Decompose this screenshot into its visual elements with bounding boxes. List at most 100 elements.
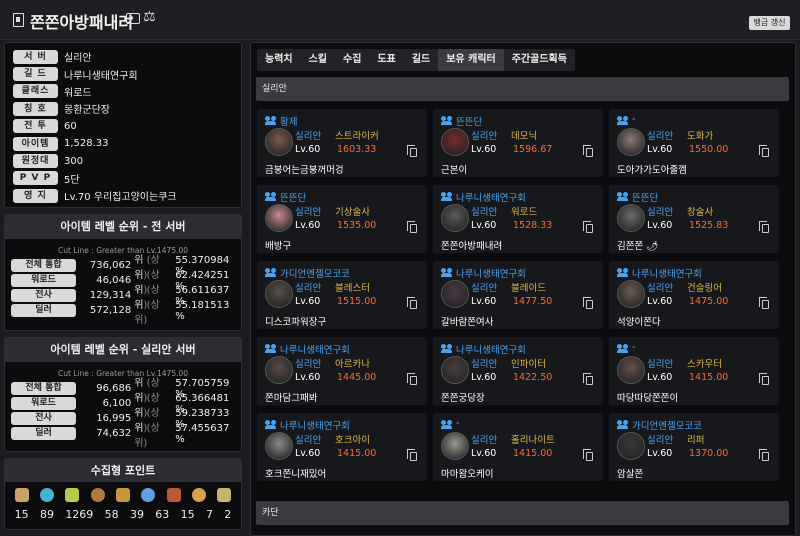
profile-value: 60 <box>64 120 77 132</box>
giant-heart-icon[interactable] <box>166 488 181 502</box>
character-card[interactable]: 나루니생태연구회 실리안 호크아이 Lv.60 1415.00 호크쫀니재밌어 <box>257 413 427 481</box>
rank-label: 딜러 <box>11 304 77 317</box>
profile-row: 클래스 워로드 <box>9 83 237 100</box>
copy-icon[interactable] <box>583 297 593 309</box>
server-section-header[interactable]: 실리안 <box>256 77 789 101</box>
tab-item[interactable]: 길드 <box>404 49 438 71</box>
copy-icon[interactable] <box>583 145 593 157</box>
character-level: Lv.60 <box>295 372 321 383</box>
guild-name: 가디언엔젤모코코 <box>632 421 702 432</box>
profile-value: 몽환군단장 <box>64 105 110 117</box>
ignea-token-icon[interactable] <box>65 488 80 502</box>
bookmark-icon[interactable] <box>13 13 24 27</box>
profile-label: 길 드 <box>13 67 58 82</box>
character-card[interactable]: 뜬뜬단 실리안 데모닉 Lv.60 1596.67 근본이 <box>433 109 603 177</box>
item-level: 1525.83 <box>689 220 729 231</box>
guild-name: 뜬뜬단 <box>280 193 307 204</box>
item-level: 1515.00 <box>337 296 377 307</box>
copy-icon[interactable] <box>759 145 769 157</box>
character-card[interactable]: 나루니생태연구회 실리안 건슬링어 Lv.60 1475.00 석양이쫀다 <box>609 261 779 329</box>
renew-button[interactable]: 뱅금 갱신 <box>749 16 790 30</box>
character-card[interactable]: 황제 실리안 스트라이커 Lv.60 1603.33 금붕어는금붕꺼머겅 <box>257 109 427 177</box>
rank-row: 딜러 572,128 위 (상위) 55.181513 % <box>5 300 241 326</box>
item-level: 1445.00 <box>337 372 377 383</box>
tab-item[interactable]: 보유 캐릭터 <box>438 49 504 71</box>
character-name: 쫀마담그패봐 <box>265 393 318 404</box>
character-level: Lv.60 <box>295 144 321 155</box>
character-level: Lv.60 <box>295 220 321 231</box>
collection-count: 1269 <box>65 508 94 521</box>
copy-icon[interactable] <box>583 449 593 461</box>
character-name: 디스코파워장구 <box>265 317 327 328</box>
guild-icon <box>617 192 629 201</box>
copy-icon[interactable] <box>407 449 417 461</box>
character-card[interactable]: 뜬뜬단 실리안 창술사 Lv.60 1525.83 김쫀쫀 🌶 <box>609 185 779 253</box>
character-card[interactable]: 나루니생태연구회 실리안 인파이터 Lv.60 1422.50 쫀쫀궁당장 <box>433 337 603 405</box>
character-card[interactable]: 나루니생태연구회 실리안 아르카나 Lv.60 1445.00 쫀마담그패봐 <box>257 337 427 405</box>
scale-icon[interactable]: ⚖ <box>143 9 156 25</box>
island-heart-icon[interactable] <box>39 488 54 502</box>
tab-item[interactable]: 주간골드획득 <box>504 49 575 71</box>
right-panel: 능력치 스킬 수집 도표 길드 보유 캐릭터 주간골드획득 실리안 황제 실리안 스트라이커 Lv… <box>250 42 796 536</box>
character-name: 암살쫀 <box>617 469 644 480</box>
copy-icon[interactable] <box>407 221 417 233</box>
server-name: 실리안 <box>471 283 498 294</box>
copy-icon[interactable] <box>407 373 417 385</box>
character-name: 김쫀쫀 🌶 <box>617 241 659 252</box>
character-card[interactable]: - 실리안 스카우터 Lv.60 1415.00 따당따당쫀쫀이 <box>609 337 779 405</box>
character-card[interactable]: - 실리안 도화가 Lv.60 1550.00 도아가가도아줄껨 <box>609 109 779 177</box>
character-name: 금붕어는금붕꺼머겅 <box>265 165 344 176</box>
copy-icon[interactable] <box>759 297 769 309</box>
character-name: 근본이 <box>441 165 468 176</box>
character-card[interactable]: 가디언엔젤모코코 실리안 리퍼 Lv.60 1370.00 암살쫀 <box>609 413 779 481</box>
character-card[interactable]: 가디언엔젤모코코 실리안 블레스터 Lv.60 1515.00 디스코파워장구 <box>257 261 427 329</box>
avatar <box>265 280 293 308</box>
collection-counts: 15 89 1269 58 39 63 15 7 2 <box>5 502 241 527</box>
tab-item[interactable]: 스킬 <box>301 49 335 71</box>
guild-name: 뜬뜬단 <box>456 117 483 128</box>
copy-icon[interactable] <box>407 297 417 309</box>
character-name: 갈바람쫀여사 <box>441 317 494 328</box>
copy-icon[interactable] <box>759 449 769 461</box>
profile-row: 영 지 Lv.70 우리집고양이는쿠크 <box>9 187 237 204</box>
character-card[interactable]: 나루니생태연구회 실리안 블레이드 Lv.60 1477.50 갈바람쫀여사 <box>433 261 603 329</box>
character-level: Lv.60 <box>471 220 497 231</box>
character-card[interactable]: 나루니생태연구회 실리안 워로드 Lv.60 1528.33 쫀쫀아방패내려 <box>433 185 603 253</box>
mokoko-seed-icon[interactable] <box>14 488 29 502</box>
server-section-header[interactable]: 카단 <box>256 501 789 525</box>
rank-row: 딜러 74,632 위 (상위) 57.455637 % <box>5 423 241 449</box>
guild-icon <box>265 116 277 125</box>
tab-item[interactable]: 도표 <box>369 49 403 71</box>
guild-icon <box>265 268 277 277</box>
guild-name: 나루니생태연구회 <box>280 345 350 356</box>
item-level: 1550.00 <box>689 144 729 155</box>
rank-value: 46,046 <box>96 275 132 286</box>
profile-label: P V P <box>13 171 58 186</box>
guild-icon <box>441 116 453 125</box>
rank-percent: 55.181513 % <box>175 299 230 322</box>
rank-value: 129,314 <box>89 290 132 301</box>
server-name: 실리안 <box>471 131 498 142</box>
sea-bounty-icon[interactable] <box>217 488 232 502</box>
voyage-icon[interactable] <box>115 488 130 502</box>
server-name: 실리안 <box>471 359 498 370</box>
copy-icon[interactable] <box>759 221 769 233</box>
class-name: 워로드 <box>511 207 538 218</box>
profile-label: 서 버 <box>13 49 58 64</box>
orpheus-star-icon[interactable] <box>191 488 206 502</box>
guild-icon <box>617 116 629 125</box>
copy-icon[interactable] <box>583 221 593 233</box>
character-card[interactable]: - 실리안 홀리나이트 Lv.60 1415.00 마마왐오케이 <box>433 413 603 481</box>
character-card[interactable]: 뜬뜬단 실리안 기상술사 Lv.60 1535.00 배방구 <box>257 185 427 253</box>
tab-item[interactable]: 능력치 <box>257 49 301 71</box>
copy-icon[interactable] <box>583 373 593 385</box>
tab-item[interactable]: 수집 <box>335 49 369 71</box>
rank-unit-text: 위 <box>134 284 144 296</box>
id-card-icon[interactable] <box>126 13 140 24</box>
world-tree-leaf-icon[interactable] <box>141 488 156 502</box>
collection-count: 89 <box>39 508 54 521</box>
copy-icon[interactable] <box>407 145 417 157</box>
character-name: 석양이쫀다 <box>617 317 661 328</box>
art-icon[interactable] <box>90 488 105 502</box>
copy-icon[interactable] <box>759 373 769 385</box>
